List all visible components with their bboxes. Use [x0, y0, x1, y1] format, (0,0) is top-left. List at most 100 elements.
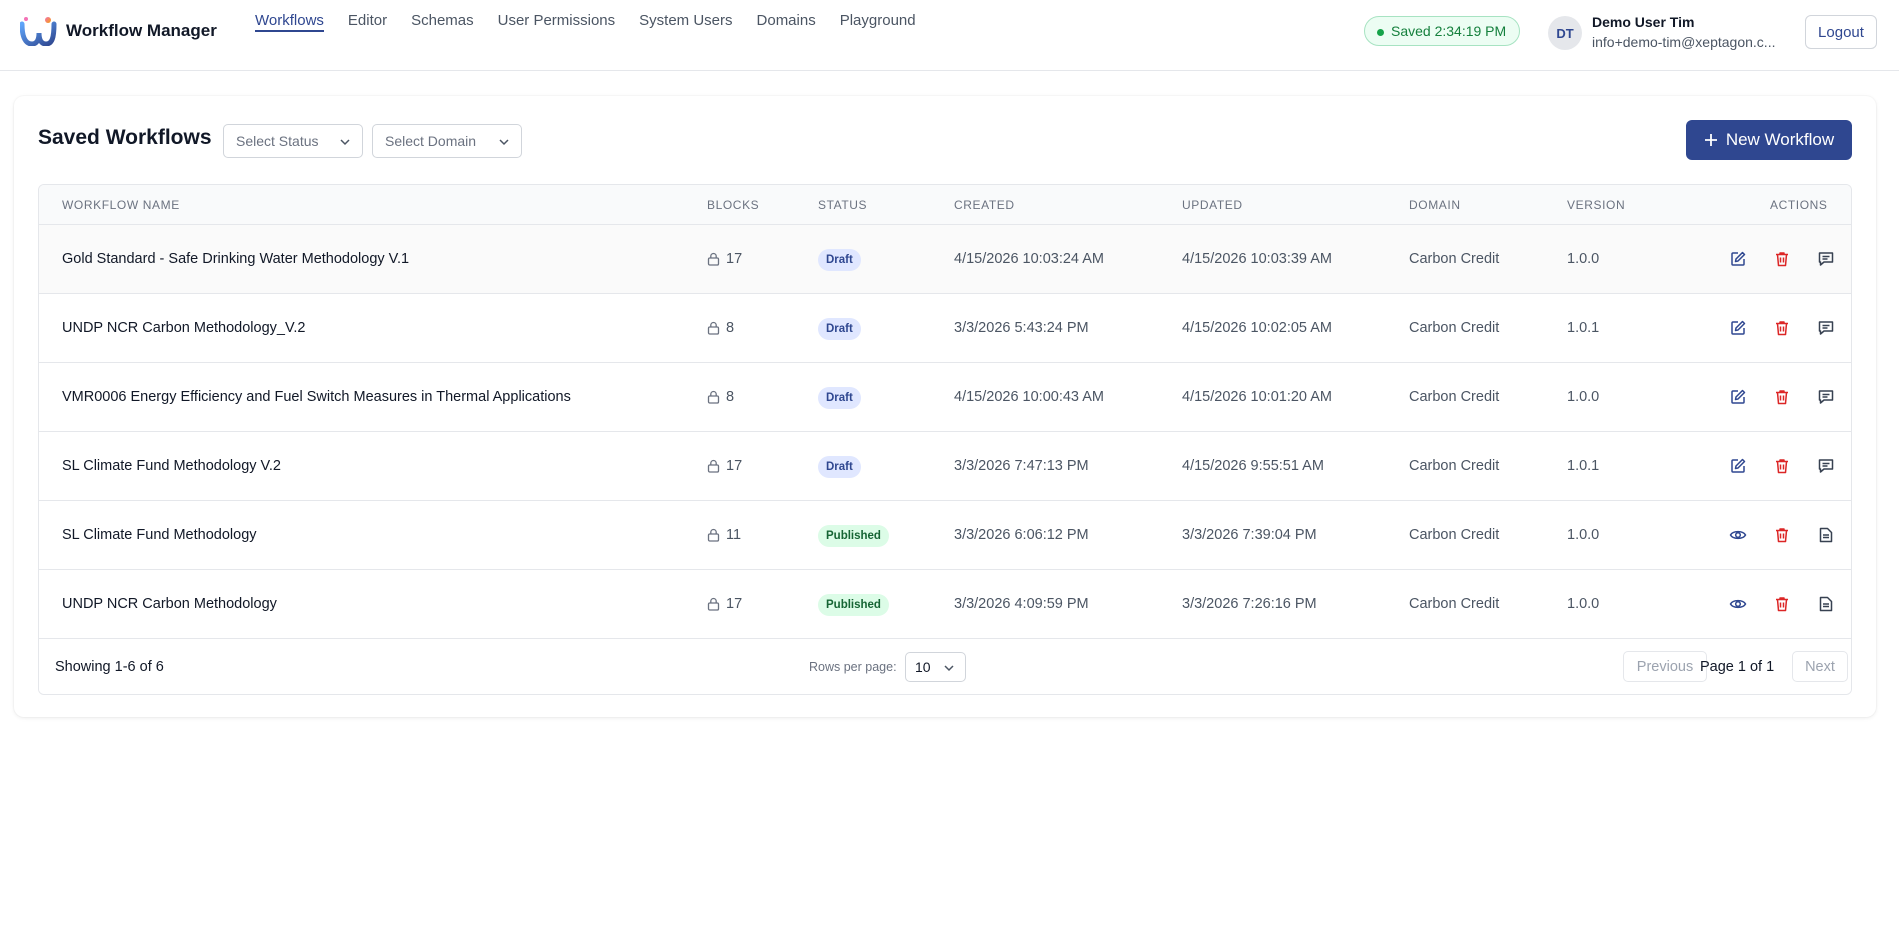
saved-workflows-card: Saved Workflows Select Status Select Dom…	[14, 96, 1876, 717]
edit-icon[interactable]	[1729, 388, 1747, 406]
workflow-name[interactable]: VMR0006 Energy Efficiency and Fuel Switc…	[62, 389, 571, 405]
domain-value: Carbon Credit	[1409, 251, 1500, 267]
edit-icon[interactable]	[1729, 457, 1747, 475]
app-brand-name: Workflow Manager	[66, 21, 217, 40]
updated-date: 4/15/2026 10:03:39 AM	[1182, 251, 1332, 267]
domain-value: Carbon Credit	[1409, 596, 1500, 612]
chevron-down-icon	[499, 139, 509, 146]
document-icon[interactable]	[1817, 526, 1835, 544]
trash-icon[interactable]	[1773, 388, 1791, 406]
table-row[interactable]: UNDP NCR Carbon Methodology_V.2 8 Draft 3/3…	[39, 294, 1851, 363]
status-filter-placeholder: Select Status	[236, 133, 319, 149]
table-body: Gold Standard - Safe Drinking Water Meth…	[39, 225, 1851, 639]
block-count-value: 17	[726, 596, 743, 612]
showing-count: Showing 1-6 of 6	[55, 659, 164, 675]
header-updated: UPDATED	[1182, 198, 1243, 212]
lock-icon	[707, 597, 720, 611]
status-badge: Draft	[818, 249, 861, 271]
plus-icon	[1704, 134, 1717, 146]
comment-icon[interactable]	[1817, 388, 1835, 406]
trash-icon[interactable]	[1773, 319, 1791, 337]
header-version: VERSION	[1567, 198, 1626, 212]
block-count-value: 17	[726, 458, 743, 474]
save-status-badge: Saved 2:34:19 PM	[1364, 16, 1521, 46]
updated-date: 4/15/2026 10:01:20 AM	[1182, 389, 1332, 405]
comment-icon[interactable]	[1817, 319, 1835, 337]
table-row[interactable]: UNDP NCR Carbon Methodology 17 Published 3/…	[39, 570, 1851, 639]
table-row[interactable]: SL Climate Fund Methodology 11 Published 3/…	[39, 501, 1851, 570]
domain-filter-select[interactable]: Select Domain	[372, 124, 522, 158]
created-date: 3/3/2026 7:47:13 PM	[954, 458, 1089, 474]
wj-logo-icon[interactable]	[20, 16, 58, 46]
status-badge: Draft	[818, 318, 861, 340]
top-navigation-bar: Workflow Manager Workflows Editor Schema…	[0, 0, 1899, 71]
nav-item-label: Schemas	[411, 12, 474, 29]
comment-icon[interactable]	[1817, 250, 1835, 268]
version-value: 1.0.1	[1567, 320, 1600, 336]
status-badge: Draft	[818, 387, 861, 409]
page-indicator: Page 1 of 1	[1700, 659, 1775, 675]
updated-date: 3/3/2026 7:39:04 PM	[1182, 527, 1317, 543]
status-badge: Draft	[818, 456, 861, 478]
next-page-button[interactable]: Next	[1792, 651, 1848, 682]
block-count-value: 17	[726, 251, 743, 267]
nav-item-user-permissions[interactable]: User Permissions	[486, 0, 628, 56]
header-blocks: BLOCKS	[707, 198, 760, 212]
trash-icon[interactable]	[1773, 457, 1791, 475]
edit-icon[interactable]	[1729, 319, 1747, 337]
table-header: WORKFLOW NAME BLOCKS STATUS CREATED UPDA…	[39, 185, 1851, 225]
domain-value: Carbon Credit	[1409, 320, 1500, 336]
saved-dot-icon	[1377, 29, 1384, 36]
block-count: 17	[707, 458, 742, 474]
save-status-text: Saved 2:34:19 PM	[1391, 23, 1507, 39]
nav-item-label: Editor	[347, 12, 388, 29]
trash-icon[interactable]	[1773, 595, 1791, 613]
block-count-value: 8	[726, 389, 735, 405]
logout-button[interactable]: Logout	[1805, 15, 1877, 49]
table-row[interactable]: SL Climate Fund Methodology V.2 17 Draft 3/…	[39, 432, 1851, 501]
chevron-down-icon	[340, 139, 350, 146]
comment-icon[interactable]	[1817, 457, 1835, 475]
status-filter-select[interactable]: Select Status	[223, 124, 363, 158]
nav-item-label: User Permissions	[497, 12, 616, 29]
previous-page-button[interactable]: Previous	[1623, 651, 1707, 682]
edit-icon[interactable]	[1729, 250, 1747, 268]
new-workflow-button[interactable]: New Workflow	[1686, 120, 1852, 160]
view-icon[interactable]	[1729, 526, 1747, 544]
workflow-name[interactable]: SL Climate Fund Methodology V.2	[62, 458, 281, 474]
created-date: 3/3/2026 4:09:59 PM	[954, 596, 1089, 612]
main-nav: Workflows Editor Schemas User Permission…	[243, 0, 928, 71]
nav-item-workflows[interactable]: Workflows	[243, 0, 336, 56]
rows-per-page-select[interactable]: 10	[905, 652, 966, 682]
nav-item-system-users[interactable]: System Users	[627, 0, 744, 56]
header-workflow-name: WORKFLOW NAME	[62, 198, 180, 212]
nav-item-domains[interactable]: Domains	[745, 0, 828, 56]
view-icon[interactable]	[1729, 595, 1747, 613]
workflow-name[interactable]: UNDP NCR Carbon Methodology	[62, 596, 277, 612]
nav-item-playground[interactable]: Playground	[828, 0, 928, 56]
updated-date: 3/3/2026 7:26:16 PM	[1182, 596, 1317, 612]
table-row[interactable]: VMR0006 Energy Efficiency and Fuel Switc…	[39, 363, 1851, 432]
trash-icon[interactable]	[1773, 526, 1791, 544]
header-actions: ACTIONS	[1770, 198, 1828, 212]
trash-icon[interactable]	[1773, 250, 1791, 268]
status-badge: Published	[818, 525, 889, 547]
block-count-value: 8	[726, 320, 735, 336]
lock-icon	[707, 459, 720, 473]
active-tab-indicator	[255, 30, 324, 32]
table-row[interactable]: Gold Standard - Safe Drinking Water Meth…	[39, 225, 1851, 294]
domain-filter-placeholder: Select Domain	[385, 133, 477, 149]
user-avatar[interactable]: DT	[1548, 16, 1582, 50]
user-email: info+demo-tim@xeptagon.c...	[1592, 34, 1776, 50]
block-count: 11	[707, 527, 741, 543]
domain-value: Carbon Credit	[1409, 527, 1500, 543]
created-date: 4/15/2026 10:00:43 AM	[954, 389, 1104, 405]
created-date: 4/15/2026 10:03:24 AM	[954, 251, 1104, 267]
workflow-name[interactable]: SL Climate Fund Methodology	[62, 527, 257, 543]
block-count: 8	[707, 320, 734, 336]
nav-item-schemas[interactable]: Schemas	[399, 0, 486, 56]
document-icon[interactable]	[1817, 595, 1835, 613]
workflow-name[interactable]: Gold Standard - Safe Drinking Water Meth…	[62, 251, 409, 267]
nav-item-editor[interactable]: Editor	[336, 0, 399, 56]
workflow-name[interactable]: UNDP NCR Carbon Methodology_V.2	[62, 320, 305, 336]
